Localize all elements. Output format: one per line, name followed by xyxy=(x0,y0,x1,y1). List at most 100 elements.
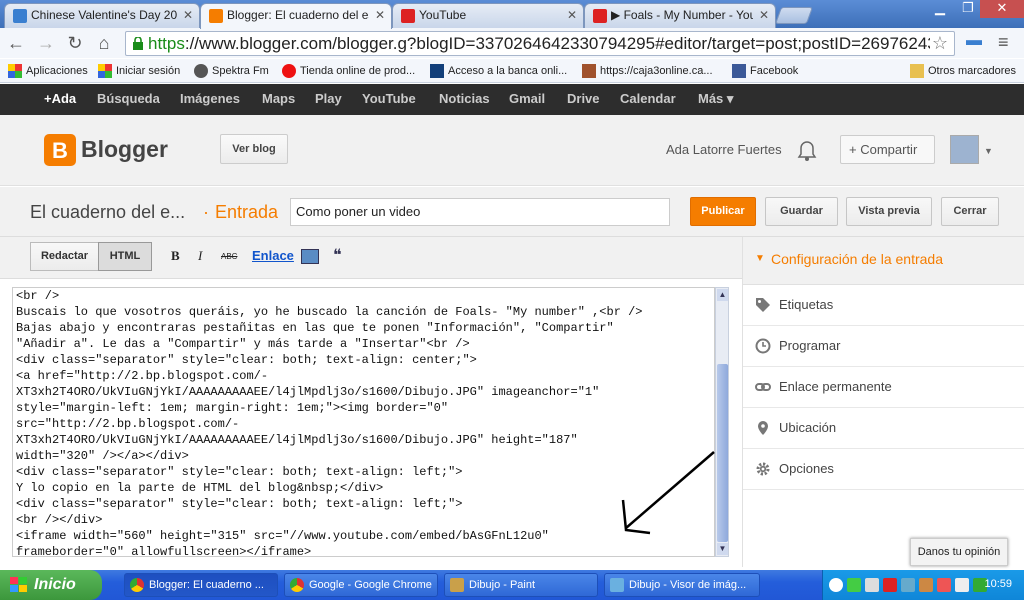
taskbar-item-blogger[interactable]: Blogger: El cuaderno ... xyxy=(124,573,278,597)
gbar-link-plus[interactable]: +Ada xyxy=(44,91,76,106)
sidebar-item-label: Etiquetas xyxy=(779,297,834,312)
close-button[interactable]: Cerrar xyxy=(941,197,999,226)
html-mode-button[interactable]: HTML xyxy=(98,242,152,271)
bookmark-label: https://caja3online.ca... xyxy=(600,65,713,77)
gbar-link-play[interactable]: Play xyxy=(315,91,342,106)
gbar-link-mas[interactable]: Más ▾ xyxy=(698,91,733,107)
html-code-editor[interactable]: <br /> Buscais lo que vosotros queráis, y… xyxy=(12,287,715,557)
bookmark-item[interactable]: Otros marcadores xyxy=(910,63,1016,79)
start-button[interactable]: Inicio xyxy=(0,570,102,600)
address-bar[interactable]: https://www.blogger.com/blogger.g?blogID… xyxy=(125,31,955,56)
tray-app-icon[interactable] xyxy=(937,578,951,592)
close-icon[interactable]: ✕ xyxy=(567,4,577,26)
blogger-wordmark[interactable]: Blogger xyxy=(81,136,168,163)
compose-mode-button[interactable]: Redactar xyxy=(30,242,99,271)
bookmark-item[interactable]: https://caja3online.ca... xyxy=(582,63,713,79)
sidebar-item-label: Ubicación xyxy=(779,420,837,435)
display-icon[interactable] xyxy=(901,578,915,592)
home-icon[interactable]: ⌂ xyxy=(93,32,115,54)
menu-icon[interactable]: ≡ xyxy=(998,32,1009,53)
quote-icon[interactable]: ❝ xyxy=(333,245,342,265)
google-bar: +Ada Búsqueda Imágenes Maps Play YouTube… xyxy=(0,84,1024,115)
blogger-logo-icon[interactable]: B xyxy=(44,134,76,166)
user-name[interactable]: Ada Latorre Fuertes xyxy=(666,142,782,157)
close-icon[interactable]: ✕ xyxy=(375,4,385,26)
sidebar-item-enlace[interactable]: Enlace permanente xyxy=(743,367,1024,408)
share-button[interactable]: + Compartir xyxy=(840,135,935,164)
new-tab-button[interactable] xyxy=(774,7,814,24)
bookmark-item[interactable]: Acceso a la banca onli... xyxy=(430,63,567,79)
bookmark-item[interactable]: Tienda online de prod... xyxy=(282,63,415,79)
bookmark-item[interactable]: Iniciar sesión xyxy=(98,63,180,79)
gbar-link-noticias[interactable]: Noticias xyxy=(439,91,490,106)
tab-blogger[interactable]: Blogger: El cuaderno del estu ✕ xyxy=(200,3,392,29)
code-line: Buscais lo que vosotros queráis, yo he b… xyxy=(16,305,643,319)
sidebar-item-etiquetas[interactable]: Etiquetas xyxy=(743,285,1024,326)
back-icon[interactable]: ← xyxy=(5,32,27,54)
close-icon[interactable]: ✕ xyxy=(183,4,193,26)
volume-icon[interactable] xyxy=(955,578,969,592)
tab-chinese-valentines[interactable]: Chinese Valentine's Day 2014 ✕ xyxy=(4,3,200,28)
bookmarks-bar: Aplicaciones Iniciar sesión Spektra Fm T… xyxy=(0,59,1024,83)
tray-app-icon[interactable] xyxy=(865,578,879,592)
close-window-icon[interactable]: ✕ xyxy=(980,0,1024,18)
taskbar-item-paint[interactable]: Dibujo - Paint xyxy=(444,573,598,597)
sidebar-item-programar[interactable]: Programar xyxy=(743,326,1024,367)
network-icon[interactable] xyxy=(847,578,861,592)
tab-youtube[interactable]: YouTube ✕ xyxy=(392,3,584,28)
bell-icon[interactable] xyxy=(797,140,817,162)
scrollbar-thumb[interactable] xyxy=(717,364,728,542)
gbar-link-calendar[interactable]: Calendar xyxy=(620,91,676,106)
post-settings-header[interactable]: ▼ Configuración de la entrada xyxy=(743,237,1024,285)
taskbar-item-chrome[interactable]: Google - Google Chrome xyxy=(284,573,438,597)
link-button[interactable]: Enlace xyxy=(252,248,294,263)
code-line: frameborder="0" allowfullscreen></iframe… xyxy=(16,545,312,557)
publish-button[interactable]: Publicar xyxy=(690,197,756,226)
avatar[interactable] xyxy=(950,135,979,164)
gbar-link-drive[interactable]: Drive xyxy=(567,91,600,106)
bookmark-item[interactable]: Aplicaciones xyxy=(8,63,88,79)
feedback-button[interactable]: Danos tu opinión xyxy=(910,538,1008,566)
strikethrough-icon[interactable]: ABC xyxy=(221,252,237,261)
tray-back-icon[interactable] xyxy=(829,578,843,592)
gbar-link-maps[interactable]: Maps xyxy=(262,91,295,106)
preview-button[interactable]: Vista previa xyxy=(846,197,932,226)
gbar-link-busqueda[interactable]: Búsqueda xyxy=(97,91,160,106)
bookmark-item[interactable]: Facebook xyxy=(732,63,798,79)
forward-icon[interactable]: → xyxy=(35,32,57,54)
chevron-down-icon[interactable]: ▼ xyxy=(984,146,993,156)
tray-app-icon[interactable] xyxy=(919,578,933,592)
bold-icon[interactable]: B xyxy=(171,248,180,264)
insert-image-icon[interactable] xyxy=(301,249,319,264)
bookmark-item[interactable]: Spektra Fm xyxy=(194,63,269,79)
scroll-down-icon[interactable]: ▼ xyxy=(717,543,728,555)
post-title-input[interactable]: Como poner un video xyxy=(290,198,670,226)
gbar-link-imagenes[interactable]: Imágenes xyxy=(180,91,240,106)
clock[interactable]: 10:59 xyxy=(984,578,1012,590)
tag-icon xyxy=(756,298,770,312)
scroll-up-icon[interactable]: ▲ xyxy=(717,289,728,301)
reload-icon[interactable]: ↻ xyxy=(64,32,86,54)
italic-icon[interactable]: I xyxy=(198,248,202,264)
minimize-icon[interactable]: ▁ xyxy=(926,0,954,18)
code-lines: <br /> Buscais lo que vosotros queráis, y… xyxy=(13,288,714,557)
folder-icon xyxy=(910,64,924,78)
sidebar-item-ubicacion[interactable]: Ubicación xyxy=(743,408,1024,449)
ver-blog-button[interactable]: Ver blog xyxy=(220,134,288,164)
code-line: XT3xh2T4ORO/UkVIuGNjYkI/AAAAAAAAAEE/l4jl… xyxy=(16,385,600,399)
sidebar-item-opciones[interactable]: Opciones xyxy=(743,449,1024,490)
gbar-link-youtube[interactable]: YouTube xyxy=(362,91,416,106)
save-button[interactable]: Guardar xyxy=(765,197,838,226)
blog-title[interactable]: El cuaderno del e... xyxy=(30,202,185,223)
url-scheme: https xyxy=(148,34,185,53)
tab-foals[interactable]: ▶ Foals - My Number - YouT ✕ xyxy=(584,3,776,28)
editor-scrollbar[interactable]: ▲ ▼ xyxy=(715,287,729,557)
chat-extension-icon[interactable]: ▬ xyxy=(966,32,982,50)
maximize-icon[interactable]: ❐ xyxy=(954,0,982,18)
gbar-link-gmail[interactable]: Gmail xyxy=(509,91,545,106)
close-icon[interactable]: ✕ xyxy=(759,4,769,26)
taskbar-item-viewer[interactable]: Dibujo - Visor de imág... xyxy=(604,573,760,597)
code-line: XT3xh2T4ORO/UkVIuGNjYkI/AAAAAAAAAEE/l4jl… xyxy=(16,433,578,447)
bookmark-star-icon[interactable]: ☆ xyxy=(929,32,948,55)
antivirus-icon[interactable] xyxy=(883,578,897,592)
